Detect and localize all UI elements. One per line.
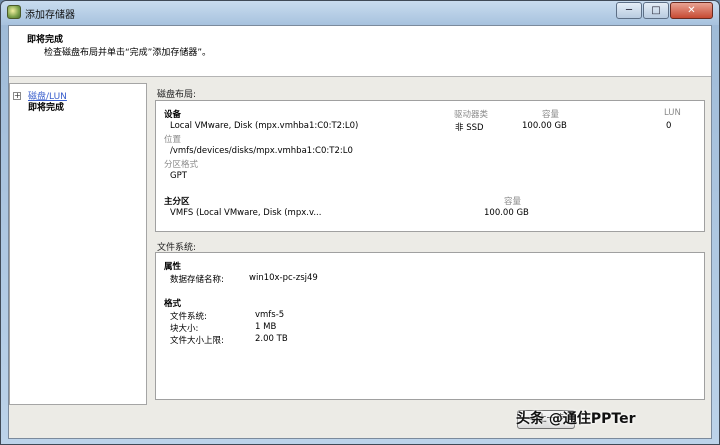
- add-storage-window: 添加存储器 ─ □ ✕ 即将完成 检查磁盘布局并单击“完成”添加存储器”。 + …: [0, 0, 720, 445]
- wizard-client-area: 即将完成 检查磁盘布局并单击“完成”添加存储器”。 + 磁盘/LUN 即将完成 …: [8, 25, 712, 439]
- block-size-label: 块大小:: [170, 324, 199, 334]
- disk-layout-label: 磁盘布局:: [157, 90, 197, 100]
- nav-item-ready-to-complete[interactable]: 即将完成: [13, 100, 64, 113]
- block-size-value: 1 MB: [255, 322, 277, 332]
- datastore-icon: [7, 5, 21, 19]
- max-file-size-value: 2.00 TB: [255, 334, 288, 344]
- lun-header: LUN: [664, 108, 681, 118]
- capacity-value: 100.00 GB: [522, 121, 567, 131]
- minimize-button[interactable]: ─: [616, 2, 642, 19]
- watermark-text: 头条 @通住PPTer: [516, 411, 636, 427]
- close-button[interactable]: ✕: [670, 2, 713, 19]
- primary-partition-heading: 主分区: [164, 197, 190, 207]
- format-heading: 格式: [164, 299, 182, 309]
- partition-format-value: GPT: [170, 171, 187, 181]
- datastore-name-label: 数据存储名称:: [170, 275, 224, 285]
- device-heading: 设备: [164, 110, 182, 120]
- properties-heading: 属性: [164, 262, 182, 272]
- device-name: Local VMware, Disk (mpx.vmhba1:C0:T2:L0): [170, 121, 359, 131]
- capacity-header: 容量: [542, 110, 560, 120]
- expand-icon[interactable]: +: [13, 91, 21, 100]
- partition-capacity-value: 100.00 GB: [484, 208, 529, 218]
- filesystem-pane: 属性 数据存储名称: win10x-pc-zsj49 格式 文件系统: vmfs…: [155, 252, 705, 400]
- page-title: 即将完成: [27, 35, 64, 45]
- max-file-size-label: 文件大小上限:: [170, 336, 224, 346]
- page-subtitle: 检查磁盘布局并单击“完成”添加存储器”。: [44, 48, 211, 58]
- maximize-button[interactable]: □: [643, 2, 669, 19]
- location-value: /vmfs/devices/disks/mpx.vmhba1:C0:T2:L0: [170, 146, 353, 156]
- drive-type-header: 驱动器类: [454, 110, 489, 120]
- disk-layout-pane: 设备 驱动器类 容量 LUN Local VMware, Disk (mpx.v…: [155, 100, 705, 232]
- title-bar[interactable]: 添加存储器 ─ □ ✕: [1, 1, 719, 25]
- window-controls: ─ □ ✕: [616, 2, 713, 19]
- nav-item-label: 即将完成: [28, 103, 65, 113]
- partition-format-label: 分区格式: [164, 160, 199, 170]
- lun-value: 0: [666, 121, 672, 131]
- datastore-name-value: win10x-pc-zsj49: [249, 273, 318, 283]
- fs-label: 文件系统:: [170, 312, 207, 322]
- location-label: 位置: [164, 135, 182, 145]
- window-title: 添加存储器: [25, 10, 75, 21]
- partition-capacity-header: 容量: [504, 197, 522, 207]
- drive-type-value: 非 SSD: [455, 123, 484, 133]
- wizard-nav: + 磁盘/LUN 即将完成: [9, 83, 147, 405]
- partition-name: VMFS (Local VMware, Disk (mpx.v...: [170, 208, 322, 218]
- wizard-header: 即将完成 检查磁盘布局并单击“完成”添加存储器”。: [9, 26, 711, 77]
- fs-value: vmfs-5: [255, 310, 285, 320]
